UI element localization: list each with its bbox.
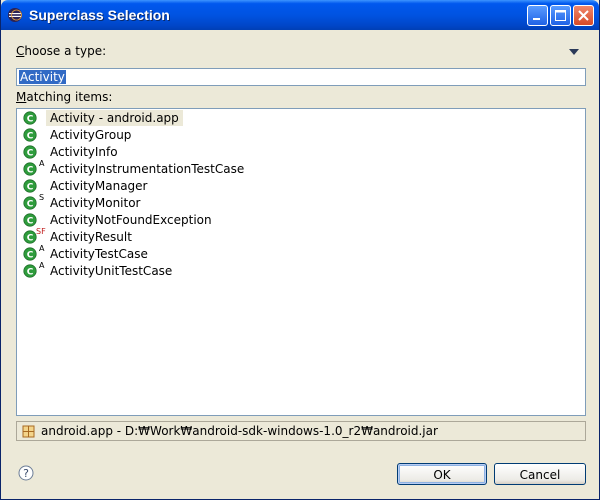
minimize-button[interactable] (527, 5, 548, 26)
list-item[interactable]: C ActivityManager (21, 178, 561, 194)
window-title: Superclass Selection (29, 7, 170, 23)
svg-text:C: C (27, 217, 34, 227)
svg-text:?: ? (23, 467, 29, 480)
list-item[interactable]: C ActivityGroup (21, 127, 561, 143)
svg-text:C: C (27, 234, 34, 244)
list-item[interactable]: C Activity - android.app (21, 110, 561, 126)
maximize-button[interactable] (550, 5, 571, 26)
svg-text:C: C (27, 115, 34, 125)
matching-items-list[interactable]: C Activity - android.app C ActivityGroup C Ac… (16, 108, 586, 416)
svg-text:C: C (27, 251, 34, 261)
class-icon: C (23, 213, 37, 227)
svg-text:C: C (27, 149, 34, 159)
svg-text:C: C (27, 268, 34, 278)
choose-type-label: Choose a type: (16, 44, 107, 58)
class-icon: C (23, 128, 37, 142)
help-icon[interactable]: ? (18, 465, 34, 481)
list-item-label: ActivityUnitTestCase (50, 264, 173, 278)
list-item[interactable]: C S ActivityMonitor (21, 193, 561, 211)
list-item[interactable]: C A ActivityTestCase (21, 244, 561, 262)
class-icon: C (23, 179, 37, 193)
list-item[interactable]: C ActivityNotFoundException (21, 212, 561, 228)
type-search-input[interactable]: Activity (16, 68, 586, 86)
chevron-down-icon[interactable] (568, 48, 580, 56)
modifier-badge: A (39, 159, 45, 168)
svg-text:C: C (27, 132, 34, 142)
list-item-label: ActivityGroup (50, 128, 132, 142)
class-icon: C (23, 264, 37, 278)
list-item-label: ActivityManager (50, 179, 148, 193)
modifier-badge: A (39, 261, 45, 270)
class-icon: C (23, 145, 37, 159)
class-icon: C (23, 230, 37, 244)
list-item[interactable]: C A ActivityUnitTestCase (21, 261, 561, 279)
list-item-label: ActivityResult (50, 230, 132, 244)
class-icon: C (23, 162, 37, 176)
cancel-button[interactable]: Cancel (494, 463, 586, 485)
ok-button[interactable]: OK (397, 463, 487, 485)
modifier-badge: S (39, 193, 45, 202)
class-icon: C (23, 247, 37, 261)
close-button[interactable] (573, 5, 594, 26)
title-bar[interactable]: Superclass Selection (1, 0, 599, 30)
eclipse-icon (8, 8, 22, 22)
list-item-label: ActivityMonitor (50, 196, 141, 210)
list-item-label: ActivityNotFoundException (50, 213, 212, 227)
minimize-icon (533, 18, 540, 20)
package-icon (22, 425, 35, 438)
svg-text:C: C (27, 200, 34, 210)
list-item[interactable]: C SF ActivityResult (21, 227, 561, 245)
matching-items-label: Matching items: (16, 90, 113, 104)
close-icon (578, 10, 589, 21)
search-value[interactable]: Activity (19, 70, 66, 84)
maximize-icon (555, 10, 566, 21)
list-item-label: ActivityInstrumentationTestCase (50, 162, 245, 176)
status-text: android.app - D:₩Work₩android-sdk-window… (41, 424, 438, 438)
list-item-label: ActivityInfo (50, 145, 118, 159)
svg-text:C: C (27, 183, 34, 193)
dialog-window: Superclass Selection Choose a type: Acti… (0, 0, 600, 500)
status-bar: android.app - D:₩Work₩android-sdk-window… (16, 421, 586, 441)
svg-text:C: C (27, 166, 34, 176)
class-icon: C (23, 196, 37, 210)
modifier-badge: A (39, 244, 45, 253)
list-item-label: Activity - android.app (46, 110, 183, 126)
list-item[interactable]: C A ActivityInstrumentationTestCase (21, 159, 561, 177)
list-item-label: ActivityTestCase (50, 247, 148, 261)
list-item[interactable]: C ActivityInfo (21, 144, 561, 160)
modifier-badge: SF (36, 227, 46, 236)
class-icon: C (23, 111, 37, 125)
